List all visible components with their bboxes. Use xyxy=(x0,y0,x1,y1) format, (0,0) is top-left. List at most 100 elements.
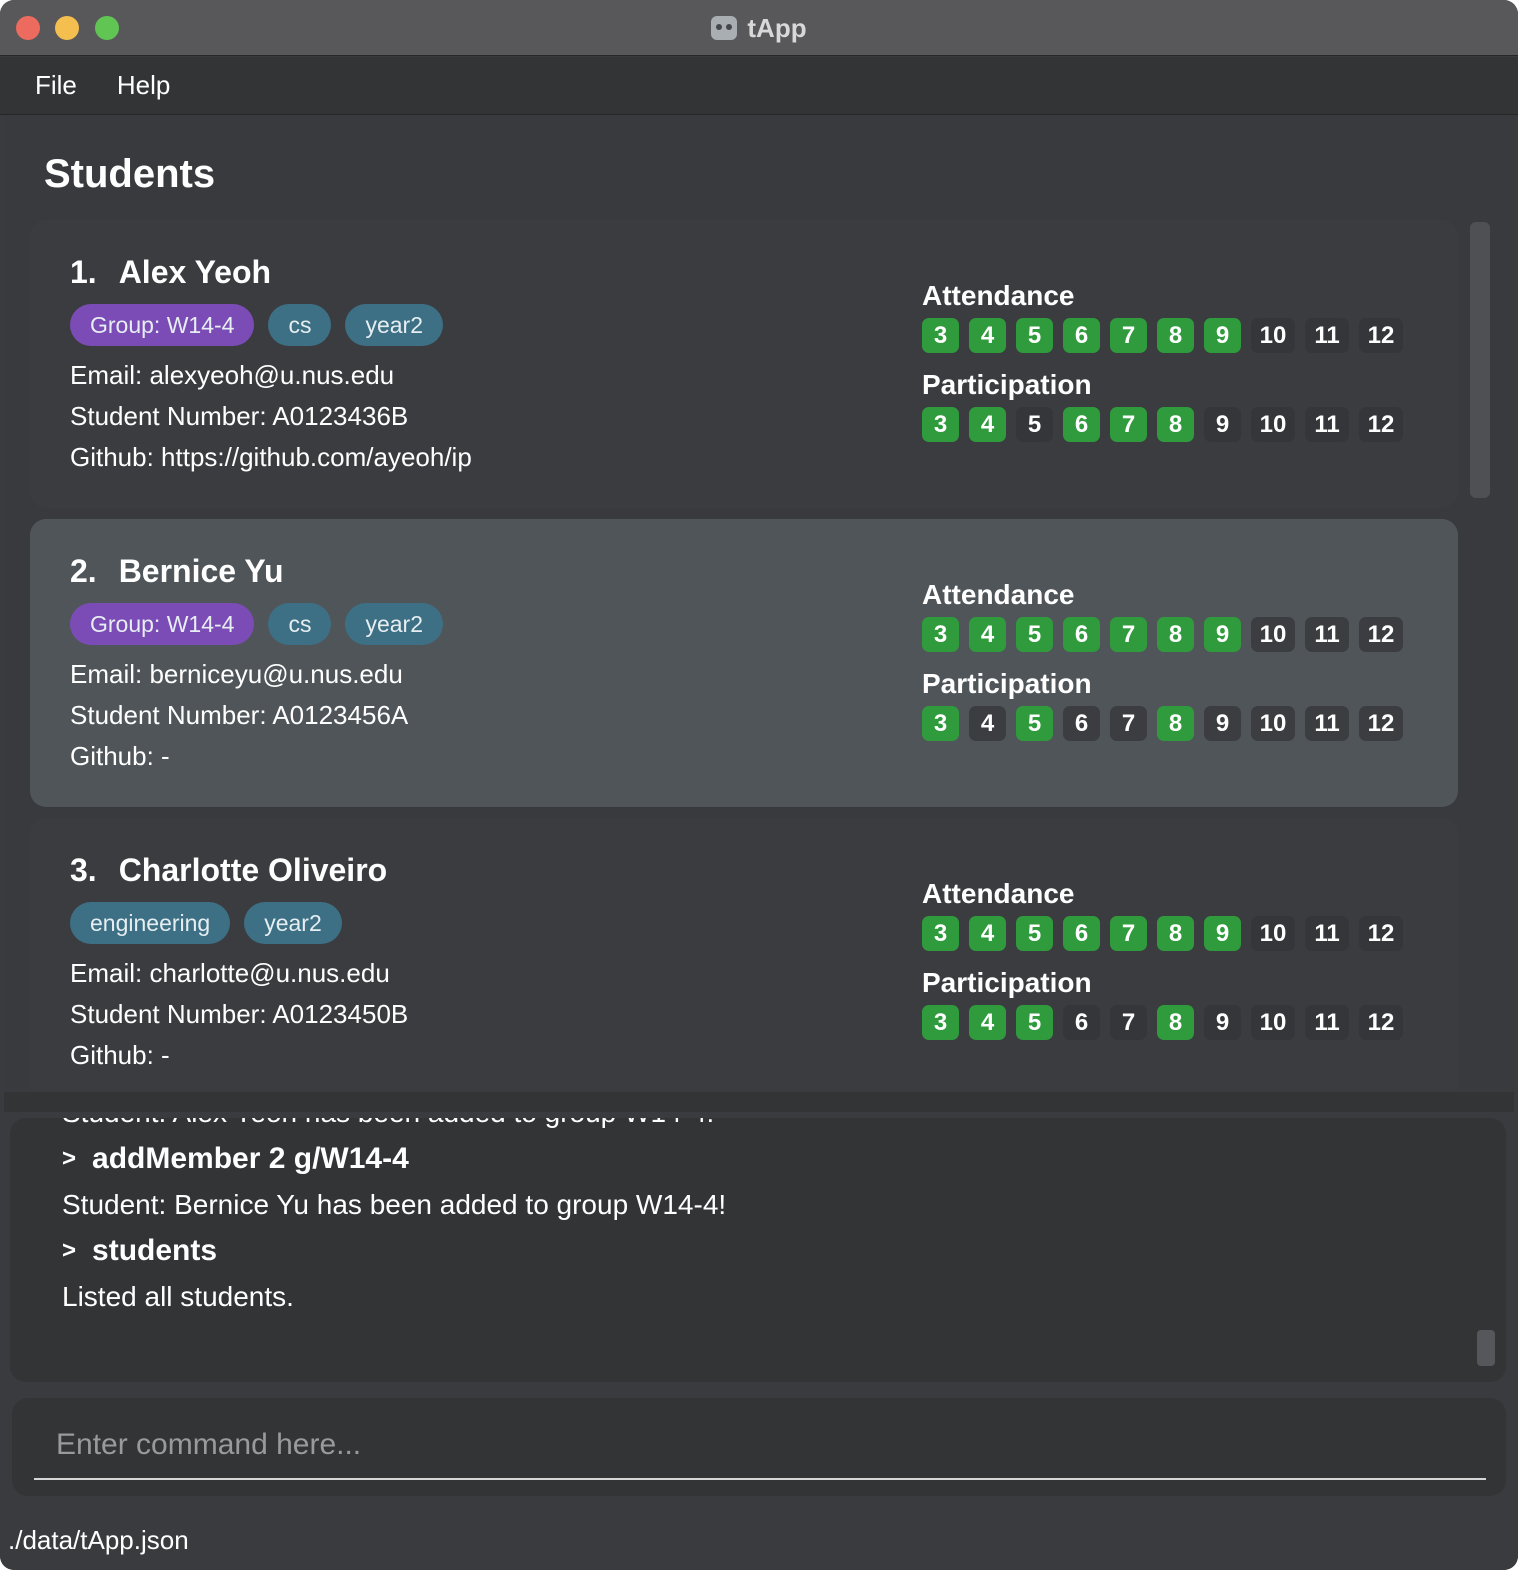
participation-week-chip: 8 xyxy=(1157,706,1194,741)
result-message: Student: Bernice Yu has been added to gr… xyxy=(62,1189,727,1220)
participation-week-chip: 4 xyxy=(969,407,1006,442)
result-message: Listed all students. xyxy=(62,1281,294,1312)
attendance-weeks: 3 4 5 6 7 8 9 10 11 12 xyxy=(922,318,1403,353)
attendance-week-chip: 12 xyxy=(1359,318,1403,353)
attendance-week-chip: 7 xyxy=(1110,617,1147,652)
menu-bar: File Help xyxy=(0,57,1518,115)
student-number: Student Number: A0123450B xyxy=(70,999,409,1029)
attendance-week-chip: 11 xyxy=(1305,617,1349,652)
attendance-week-chip: 10 xyxy=(1251,916,1295,951)
tag: year2 xyxy=(244,902,342,944)
attendance-week-chip: 8 xyxy=(1157,617,1194,652)
attendance-week-chip: 12 xyxy=(1359,916,1403,951)
student-email: Email: berniceyu@u.nus.edu xyxy=(70,659,403,689)
participation-week-chip: 10 xyxy=(1251,407,1295,442)
participation-week-chip: 10 xyxy=(1251,1005,1295,1040)
participation-week-chip: 12 xyxy=(1359,1005,1403,1040)
app-window: tApp File Help Students 1. Alex Yeoh Group… xyxy=(0,0,1518,1570)
student-number: Student Number: A0123456A xyxy=(70,700,409,730)
participation-week-chip: 10 xyxy=(1251,706,1295,741)
split-divider[interactable] xyxy=(4,1092,1514,1112)
student-name: Bernice Yu xyxy=(118,553,284,589)
attendance-week-chip: 7 xyxy=(1110,318,1147,353)
attendance-week-chip: 6 xyxy=(1063,916,1100,951)
attendance-week-chip: 9 xyxy=(1204,617,1241,652)
student-github: Github: https://github.com/ayeoh/ip xyxy=(70,442,472,472)
participation-tracker: Participation 3 4 5 6 7 8 9 10 11 12 xyxy=(922,967,1403,1040)
participation-week-chip: 12 xyxy=(1359,407,1403,442)
attendance-week-chip: 8 xyxy=(1157,916,1194,951)
participation-week-chip: 6 xyxy=(1063,407,1100,442)
attendance-week-chip: 4 xyxy=(969,916,1006,951)
attendance-label: Attendance xyxy=(922,579,1075,610)
group-tag: Group: W14-4 xyxy=(70,304,255,346)
menu-file[interactable]: File xyxy=(35,70,77,101)
participation-week-chip: 5 xyxy=(1016,706,1053,741)
participation-week-chip: 7 xyxy=(1110,1005,1147,1040)
participation-week-chip: 3 xyxy=(922,1005,959,1040)
tag-list: engineering year2 xyxy=(70,902,342,944)
student-index: 1. xyxy=(70,254,97,290)
tag: cs xyxy=(268,603,332,645)
student-name-row: 3. Charlotte Oliveiro xyxy=(70,852,387,889)
student-index: 2. xyxy=(70,553,97,589)
attendance-week-chip: 6 xyxy=(1063,617,1100,652)
participation-week-chip: 8 xyxy=(1157,1005,1194,1040)
tag: year2 xyxy=(345,304,443,346)
participation-week-chip: 9 xyxy=(1204,706,1241,741)
attendance-week-chip: 4 xyxy=(969,617,1006,652)
command-box xyxy=(12,1398,1506,1496)
student-email: Email: charlotte@u.nus.edu xyxy=(70,958,390,988)
participation-week-chip: 7 xyxy=(1110,706,1147,741)
app-robot-icon xyxy=(711,16,738,40)
participation-weeks: 3 4 5 6 7 8 9 10 11 12 xyxy=(922,706,1403,741)
attendance-week-chip: 9 xyxy=(1204,916,1241,951)
attendance-week-chip: 6 xyxy=(1063,318,1100,353)
participation-week-chip: 12 xyxy=(1359,706,1403,741)
student-list-panel: Students 1. Alex Yeoh Group: W14-4 cs year2 E… xyxy=(4,116,1514,1090)
participation-week-chip: 4 xyxy=(969,706,1006,741)
attendance-week-chip: 5 xyxy=(1016,916,1053,951)
save-file-path: ./data/tApp.json xyxy=(8,1524,189,1555)
student-card[interactable]: 2. Bernice Yu Group: W14-4 cs year2 Email: be… xyxy=(30,519,1458,807)
participation-week-chip: 6 xyxy=(1063,1005,1100,1040)
result-message: Student: Alex Yeoh has been added to gro… xyxy=(62,1118,726,1136)
participation-week-chip: 4 xyxy=(969,1005,1006,1040)
menu-help[interactable]: Help xyxy=(117,70,170,101)
attendance-week-chip: 12 xyxy=(1359,617,1403,652)
attendance-week-chip: 9 xyxy=(1204,318,1241,353)
attendance-label: Attendance xyxy=(922,878,1075,909)
command-input[interactable] xyxy=(34,1412,1486,1480)
window-title: tApp xyxy=(0,0,1518,56)
participation-week-chip: 11 xyxy=(1305,706,1349,741)
result-scrollbar[interactable] xyxy=(1477,1330,1495,1366)
status-bar: ./data/tApp.json xyxy=(0,1510,1518,1570)
result-display: Student: Alex Yeoh has been added to gro… xyxy=(10,1118,1506,1382)
result-command-line: > students xyxy=(62,1228,726,1274)
group-tag: Group: W14-4 xyxy=(70,603,255,645)
student-name: Alex Yeoh xyxy=(118,254,272,290)
tag-list: Group: W14-4 cs year2 xyxy=(70,603,443,645)
attendance-label: Attendance xyxy=(922,280,1075,311)
chevron-right-icon: > xyxy=(62,1237,77,1264)
student-index: 3. xyxy=(70,852,97,888)
attendance-week-chip: 3 xyxy=(922,916,959,951)
attendance-week-chip: 10 xyxy=(1251,617,1295,652)
attendance-week-chip: 3 xyxy=(922,617,959,652)
student-card[interactable]: 1. Alex Yeoh Group: W14-4 cs year2 Email: ale… xyxy=(30,220,1458,508)
tag: cs xyxy=(268,304,332,346)
participation-weeks: 3 4 5 6 7 8 9 10 11 12 xyxy=(922,407,1403,442)
student-card[interactable]: 3. Charlotte Oliveiro engineering year2 Emai… xyxy=(30,818,1458,1090)
student-list-scrollbar[interactable] xyxy=(1470,222,1490,498)
window-title-text: tApp xyxy=(747,12,807,43)
attendance-week-chip: 11 xyxy=(1305,916,1349,951)
attendance-week-chip: 5 xyxy=(1016,318,1053,353)
participation-week-chip: 3 xyxy=(922,407,959,442)
participation-week-chip: 3 xyxy=(922,706,959,741)
participation-tracker: Participation 3 4 5 6 7 8 9 10 11 12 xyxy=(922,668,1403,741)
participation-week-chip: 9 xyxy=(1204,407,1241,442)
participation-week-chip: 11 xyxy=(1305,407,1349,442)
participation-label: Participation xyxy=(922,967,1092,998)
attendance-weeks: 3 4 5 6 7 8 9 10 11 12 xyxy=(922,617,1403,652)
participation-week-chip: 5 xyxy=(1016,1005,1053,1040)
